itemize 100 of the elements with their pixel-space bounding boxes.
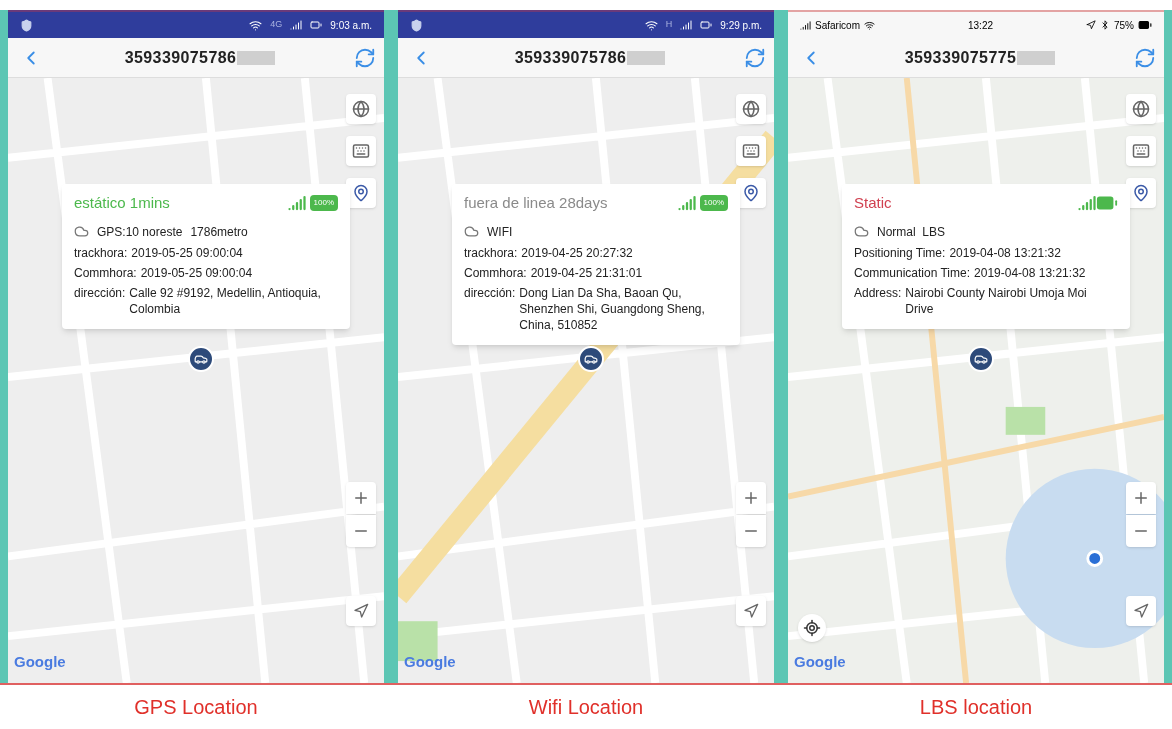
field-value: 2019-05-25 09:00:04: [140, 264, 253, 281]
status-time: 13:22: [968, 18, 993, 33]
network-type: H: [665, 18, 673, 32]
cloud-icon: [854, 224, 869, 239]
globe-icon[interactable]: [352, 100, 370, 118]
globe-icon[interactable]: [742, 100, 760, 118]
zoom-in-button[interactable]: [1126, 482, 1156, 514]
signal-icon: [290, 19, 303, 31]
keyboard-button[interactable]: [1126, 136, 1156, 166]
car-icon: [194, 352, 208, 366]
pin-button[interactable]: [736, 178, 766, 208]
field-label: dirección:: [74, 284, 126, 302]
car-icon: [584, 352, 598, 366]
network-type: 4G: [270, 18, 283, 32]
zoom-out-button[interactable]: [346, 515, 376, 547]
device-status: fuera de linea 28days: [464, 193, 609, 213]
globe-button[interactable]: [1126, 94, 1156, 124]
battery-icon: [700, 19, 713, 31]
google-logo: Google: [794, 651, 846, 672]
refresh-button[interactable]: [354, 46, 376, 69]
battery-percent: 75%: [1114, 18, 1134, 33]
globe-button[interactable]: [346, 94, 376, 124]
refresh-button[interactable]: [1134, 46, 1156, 69]
field-label: trackhora:: [74, 244, 128, 261]
keyboard-button[interactable]: [736, 136, 766, 166]
shield-icon: [20, 18, 33, 32]
battery-icon: [310, 19, 323, 31]
field-label: Positioning Time:: [854, 244, 946, 261]
crosshair-icon[interactable]: [803, 619, 821, 637]
battery-level: 100%: [699, 195, 728, 212]
refresh-button[interactable]: [744, 46, 766, 69]
field-value: Nairobi County Nairobi Umoja Moi Drive: [905, 284, 1088, 317]
field-value: Calle 92 #9192, Medellin, Antioquia, Colombia: [129, 284, 322, 317]
device-id: 359339075775: [904, 47, 1017, 68]
signal-icon: [1078, 194, 1096, 213]
field-label: Address:: [854, 284, 902, 302]
plus-icon[interactable]: [352, 489, 370, 507]
field-label: Commhora:: [74, 264, 137, 281]
status-time: 9:03 a.m.: [330, 18, 372, 33]
pin-icon[interactable]: [742, 184, 760, 202]
device-id: 359339075786: [514, 47, 627, 68]
redacted-block: [1017, 50, 1056, 65]
zoom-out-button[interactable]: [1126, 515, 1156, 547]
cloud-icon: [464, 224, 479, 239]
keyboard-icon[interactable]: [1132, 142, 1150, 160]
field-label: trackhora:: [464, 244, 518, 261]
navigate-button[interactable]: [346, 596, 376, 626]
device-id: 359339075786: [124, 47, 237, 68]
globe-icon[interactable]: [1132, 100, 1150, 118]
car-icon: [974, 352, 988, 366]
pin-button[interactable]: [346, 178, 376, 208]
arrow-icon[interactable]: [743, 603, 759, 619]
carrier-name: Safaricom: [815, 18, 860, 33]
field-label: Communication Time:: [854, 264, 971, 281]
battery-icon: [1138, 18, 1152, 32]
status-time: 9:29 p.m.: [720, 18, 762, 33]
navigate-button[interactable]: [1126, 596, 1156, 626]
globe-button[interactable]: [736, 94, 766, 124]
zoom-in-button[interactable]: [346, 482, 376, 514]
wifi-icon: [249, 18, 263, 32]
redacted-block: [237, 50, 276, 65]
field-value: 2019-04-25 21:31:01: [530, 264, 643, 281]
field-value: Dong Lian Da Sha, Baoan Qu, Shenzhen Shi, Guangdong Sheng, China, 510852: [519, 284, 706, 333]
google-logo: Google: [14, 651, 66, 672]
field-value: 2019-04-08 13:21:32: [949, 244, 1061, 261]
plus-icon[interactable]: [1132, 489, 1150, 507]
signal-icon: [680, 19, 693, 31]
zoom-out-button[interactable]: [736, 515, 766, 547]
field-value: 2019-04-25 20:27:32: [521, 244, 633, 261]
device-status: estático 1mins: [74, 193, 171, 213]
zoom-in-button[interactable]: [736, 482, 766, 514]
location-mode: Normal LBS: [877, 223, 946, 241]
plus-icon[interactable]: [742, 489, 760, 507]
panel-caption: Wifi Location: [528, 695, 644, 720]
field-label: dirección:: [464, 284, 516, 302]
signal-icon: [287, 194, 306, 213]
location-mode: WIFI: [487, 223, 513, 241]
keyboard-icon[interactable]: [352, 142, 370, 160]
keyboard-icon[interactable]: [742, 142, 760, 160]
pin-icon[interactable]: [1132, 184, 1150, 202]
panel-caption: LBS location: [919, 695, 1033, 720]
signal-icon: [800, 19, 811, 31]
arrow-icon[interactable]: [1133, 603, 1149, 619]
pin-button[interactable]: [1126, 178, 1156, 208]
field-value: 2019-05-25 09:00:04: [131, 244, 243, 261]
bluetooth-icon: [1100, 20, 1110, 30]
shield-icon: [410, 18, 423, 32]
google-logo: Google: [404, 651, 456, 672]
keyboard-button[interactable]: [346, 136, 376, 166]
battery-level: 100%: [309, 195, 338, 212]
wifi-icon: [644, 18, 658, 32]
arrow-icon[interactable]: [353, 603, 369, 619]
field-value: 2019-04-08 13:21:32: [974, 264, 1086, 281]
cloud-icon: [74, 224, 89, 239]
pin-icon[interactable]: [352, 184, 370, 202]
panel-caption: GPS Location: [134, 695, 258, 720]
navigate-button[interactable]: [736, 596, 766, 626]
redacted-block: [627, 50, 666, 65]
signal-icon: [677, 194, 696, 213]
location-icon: [1086, 20, 1096, 30]
